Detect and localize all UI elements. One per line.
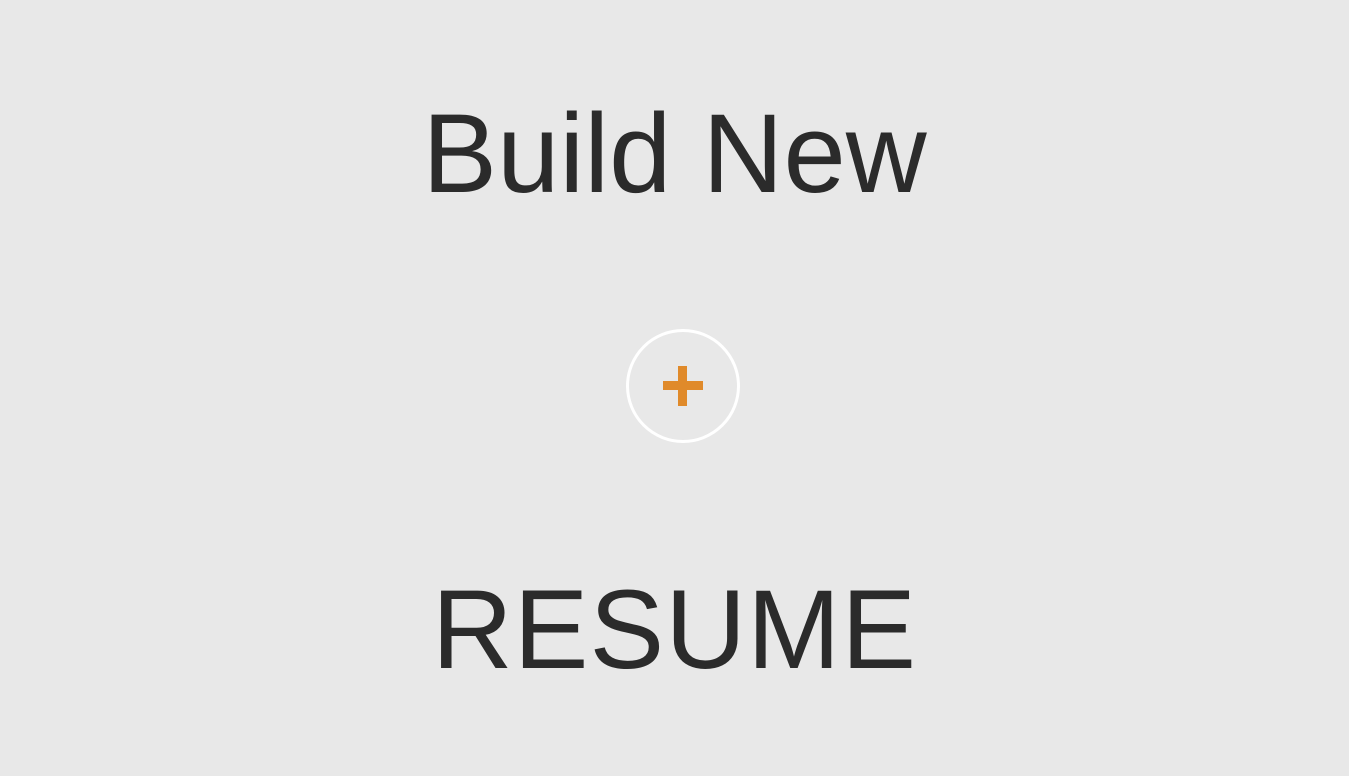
- title-build-new: Build New: [422, 91, 927, 216]
- plus-icon: [663, 366, 703, 406]
- add-resume-button[interactable]: [626, 329, 740, 443]
- title-resume: RESUME: [431, 567, 918, 692]
- build-new-resume-panel[interactable]: Build New RESUME: [0, 0, 1349, 776]
